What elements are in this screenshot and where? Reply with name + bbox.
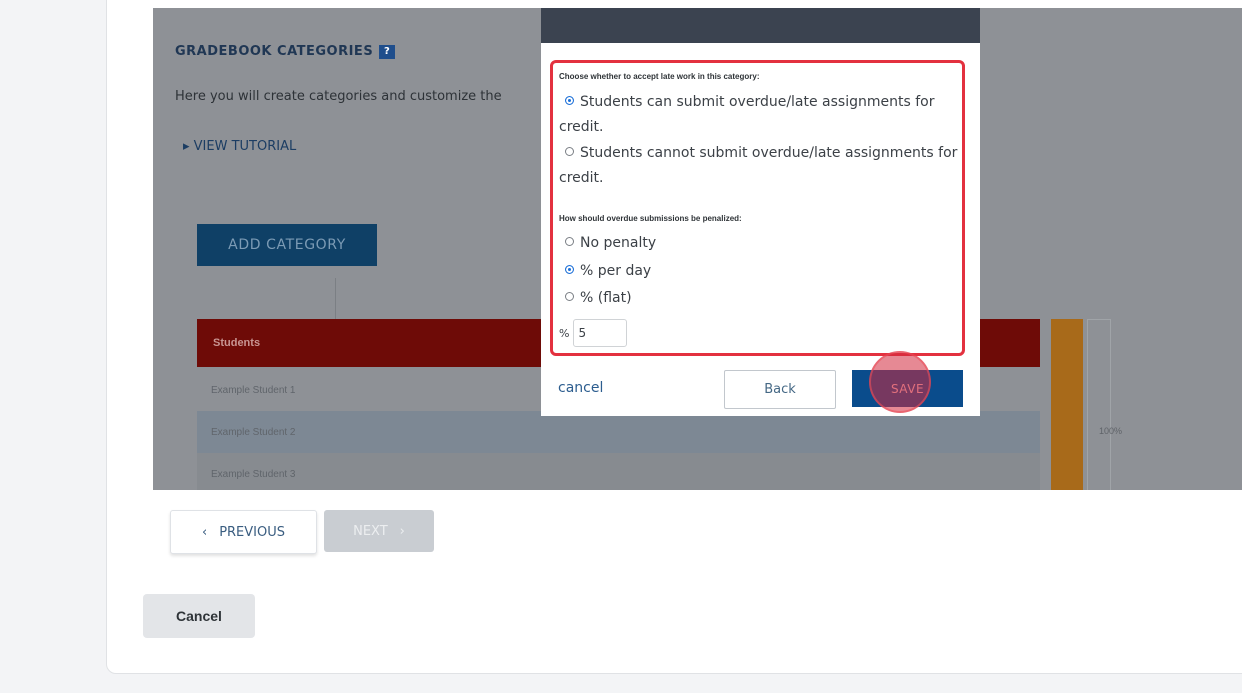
percent-label: 100% — [1099, 426, 1123, 436]
table-row: Example Student 2 — [197, 411, 1040, 453]
next-button[interactable]: NEXT › — [324, 510, 434, 552]
late-work-label: Choose whether to accept late work in th… — [559, 72, 760, 81]
add-category-button[interactable]: ADD CATEGORY — [197, 224, 377, 266]
percent-prefix: % — [559, 326, 570, 340]
radio-icon[interactable] — [565, 292, 574, 301]
late-option-reject[interactable]: Students cannot submit overdue/late assi… — [559, 141, 959, 191]
next-label: NEXT — [353, 523, 388, 539]
radio-checked-icon[interactable] — [565, 265, 574, 274]
late-option-accept-label: Students can submit overdue/late assignm… — [559, 94, 935, 135]
radio-icon[interactable] — [565, 237, 574, 246]
gradebook-title-text: GRADEBOOK CATEGORIES — [175, 44, 374, 59]
penalty-percent-row: % 5 — [559, 319, 628, 347]
late-option-accept[interactable]: Students can submit overdue/late assignm… — [559, 90, 959, 140]
penalty-option-per-day-label: % per day — [580, 263, 652, 279]
penalty-option-per-day[interactable]: % per day — [559, 259, 959, 284]
help-icon[interactable]: ? — [379, 45, 396, 59]
penalty-option-flat[interactable]: % (flat) — [559, 286, 959, 311]
penalty-option-none-label: No penalty — [580, 235, 657, 251]
modal-cancel-link[interactable]: cancel — [558, 380, 603, 396]
modal-header — [541, 8, 980, 43]
category-column-outline — [1087, 319, 1111, 490]
save-button[interactable]: SAVE — [852, 370, 963, 407]
late-work-modal: Choose whether to accept late work in th… — [541, 8, 980, 416]
gradebook-title: GRADEBOOK CATEGORIES? — [175, 44, 396, 59]
penalty-option-none[interactable]: No penalty — [559, 231, 959, 256]
chevron-right-icon: › — [399, 523, 405, 539]
radio-checked-icon[interactable] — [565, 96, 574, 105]
penalty-option-flat-label: % (flat) — [580, 290, 632, 306]
penalty-percent-input[interactable]: 5 — [573, 319, 628, 347]
previous-button[interactable]: ‹ PREVIOUS — [170, 510, 317, 554]
gradebook-description: Here you will create categories and cust… — [175, 89, 502, 104]
chevron-left-icon: ‹ — [201, 524, 208, 540]
back-button[interactable]: Back — [724, 370, 836, 409]
penalty-label: How should overdue submissions be penali… — [559, 214, 742, 223]
previous-label: PREVIOUS — [219, 524, 285, 540]
late-option-reject-label: Students cannot submit overdue/late assi… — [559, 145, 958, 186]
cancel-button[interactable]: Cancel — [143, 594, 255, 638]
category-column — [1051, 319, 1083, 490]
table-row: Example Student 3 — [197, 453, 1040, 490]
radio-icon[interactable] — [565, 147, 574, 156]
view-tutorial-link[interactable]: ▸ VIEW TUTORIAL — [183, 139, 296, 154]
